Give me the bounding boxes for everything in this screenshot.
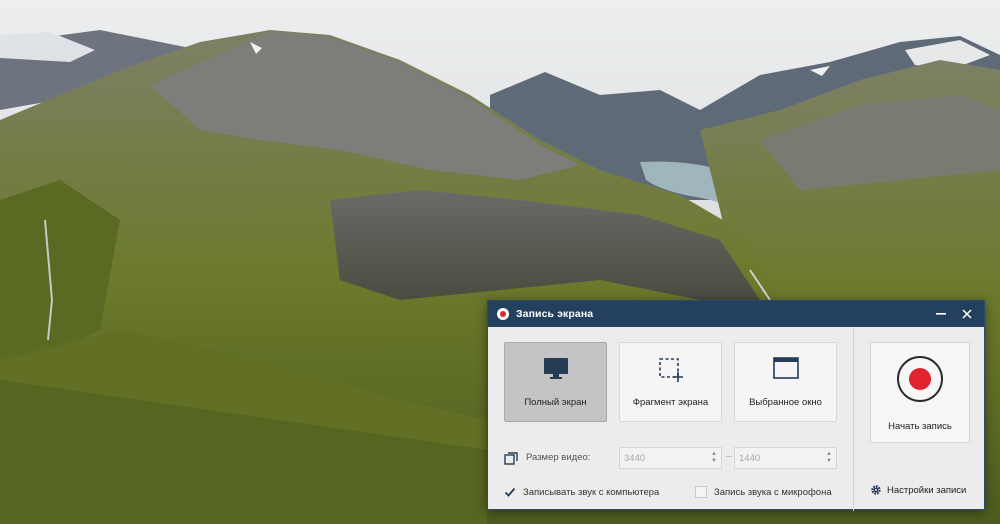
- mode-window-button[interactable]: Выбранное окно: [734, 342, 837, 422]
- video-size-label: Размер видео:: [526, 452, 591, 463]
- screen-recorder-window: Запись экрана Полный экран Фрагмент экра…: [487, 300, 986, 511]
- recording-settings-button[interactable]: Настройки записи: [870, 484, 966, 496]
- region-select-icon: [658, 358, 683, 382]
- video-width-input[interactable]: 3440 ▲ ▼: [619, 447, 722, 469]
- window-title: Запись экрана: [516, 308, 594, 320]
- recording-settings-label: Настройки записи: [887, 484, 967, 496]
- video-size-icon: [504, 452, 518, 465]
- mode-region-label: Фрагмент экрана: [632, 397, 709, 408]
- record-microphone-label: Запись звука с микрофона: [714, 486, 832, 498]
- mode-fullscreen-button[interactable]: Полный экран: [504, 342, 607, 422]
- record-computer-audio-label: Записывать звук с компьютера: [523, 486, 660, 498]
- capture-options: Полный экран Фрагмент экрана Выбранное о…: [488, 327, 853, 511]
- width-stepper-icon[interactable]: ▲ ▼: [711, 451, 717, 465]
- video-size-row: Размер видео: 3440 ▲ ▼ – 1440 ▲ ▼: [488, 447, 853, 469]
- video-width-value: 3440: [624, 453, 646, 464]
- title-bar[interactable]: Запись экрана: [488, 301, 984, 327]
- record-controls: Начать запись Настройки записи: [853, 327, 986, 511]
- video-height-value: 1440: [739, 453, 761, 464]
- record-icon: [897, 356, 943, 402]
- close-icon: [962, 309, 972, 319]
- size-separator: –: [726, 451, 732, 462]
- gear-icon: [871, 485, 881, 495]
- mode-window-label: Выбранное окно: [749, 397, 822, 408]
- record-microphone-checkbox[interactable]: Запись звука с микрофона: [695, 484, 832, 500]
- checkbox-unchecked-icon: [695, 486, 707, 498]
- app-record-icon: [497, 308, 509, 320]
- mode-fullscreen-label: Полный экран: [524, 397, 587, 408]
- close-button[interactable]: [958, 305, 976, 323]
- window-icon: [772, 357, 799, 379]
- monitor-icon: [543, 358, 568, 379]
- mode-region-button[interactable]: Фрагмент экрана: [619, 342, 722, 422]
- height-stepper-icon[interactable]: ▲ ▼: [826, 451, 832, 465]
- record-computer-audio-checkbox[interactable]: Записывать звук с компьютера: [504, 484, 659, 500]
- start-recording-label: Начать запись: [888, 421, 952, 432]
- checkbox-checked-icon: [504, 486, 516, 498]
- minimize-button[interactable]: [932, 305, 950, 323]
- video-height-input[interactable]: 1440 ▲ ▼: [734, 447, 837, 469]
- minimize-icon: [936, 313, 946, 315]
- start-recording-button[interactable]: Начать запись: [870, 342, 970, 443]
